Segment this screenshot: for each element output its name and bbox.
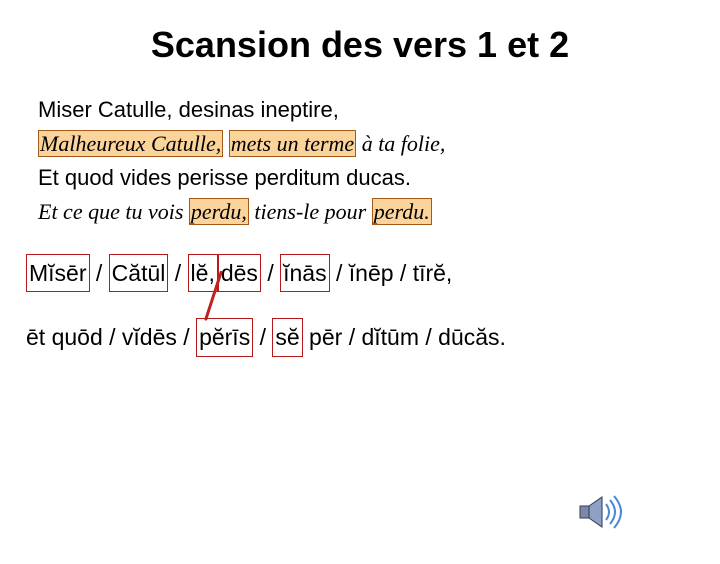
separator: / xyxy=(253,324,272,350)
highlight-phrase: perdu, xyxy=(189,198,249,225)
scansion-rest: / ĭnēp / tīrĕ, xyxy=(330,260,453,286)
separator: / xyxy=(90,260,109,286)
foot-box: Mĭsēr xyxy=(26,254,90,293)
page-title: Scansion des vers 1 et 2 xyxy=(0,24,720,66)
scansion-rest: pēr / dĭtūm / dūcăs. xyxy=(303,324,506,350)
highlight-phrase: perdu. xyxy=(372,198,432,225)
separator: / xyxy=(168,260,187,286)
scansion-line-2: ēt quōd / vĭdēs / pĕrīs / sĕ pēr / dĭtūm… xyxy=(26,318,694,357)
text-fragment: tiens-le pour xyxy=(249,199,372,224)
french-line-2: Et ce que tu vois perdu, tiens-le pour p… xyxy=(38,196,682,228)
text-fragment: Et ce que tu vois xyxy=(38,199,189,224)
foot-box: sĕ xyxy=(272,318,302,357)
foot-box: pĕrīs xyxy=(196,318,253,357)
foot-box: dēs xyxy=(218,254,261,293)
foot-box: ĭnās xyxy=(280,254,329,293)
latin-line-1: Miser Catulle, desinas ineptire, xyxy=(38,94,682,126)
highlight-phrase: mets un terme xyxy=(229,130,356,157)
foot-box: lĕ, xyxy=(188,254,218,293)
scansion-block: Mĭsēr / Cătūl / lĕ, dēs / ĭnās / ĭnēp / … xyxy=(0,254,720,358)
text-fragment: à ta folie, xyxy=(356,131,445,156)
scansion-prefix: ēt quōd / vĭdēs / xyxy=(26,324,196,350)
latin-line-2: Et quod vides perisse perditum ducas. xyxy=(38,162,682,194)
speaker-icon[interactable] xyxy=(574,492,624,532)
foot-box: Cătūl xyxy=(109,254,169,293)
highlight-phrase: Malheureux Catulle, xyxy=(38,130,223,157)
separator: / xyxy=(261,260,280,286)
text-block: Miser Catulle, desinas ineptire, Malheur… xyxy=(0,94,720,228)
french-line-1: Malheureux Catulle, mets un terme à ta f… xyxy=(38,128,682,160)
scansion-line-1: Mĭsēr / Cătūl / lĕ, dēs / ĭnās / ĭnēp / … xyxy=(26,254,694,293)
